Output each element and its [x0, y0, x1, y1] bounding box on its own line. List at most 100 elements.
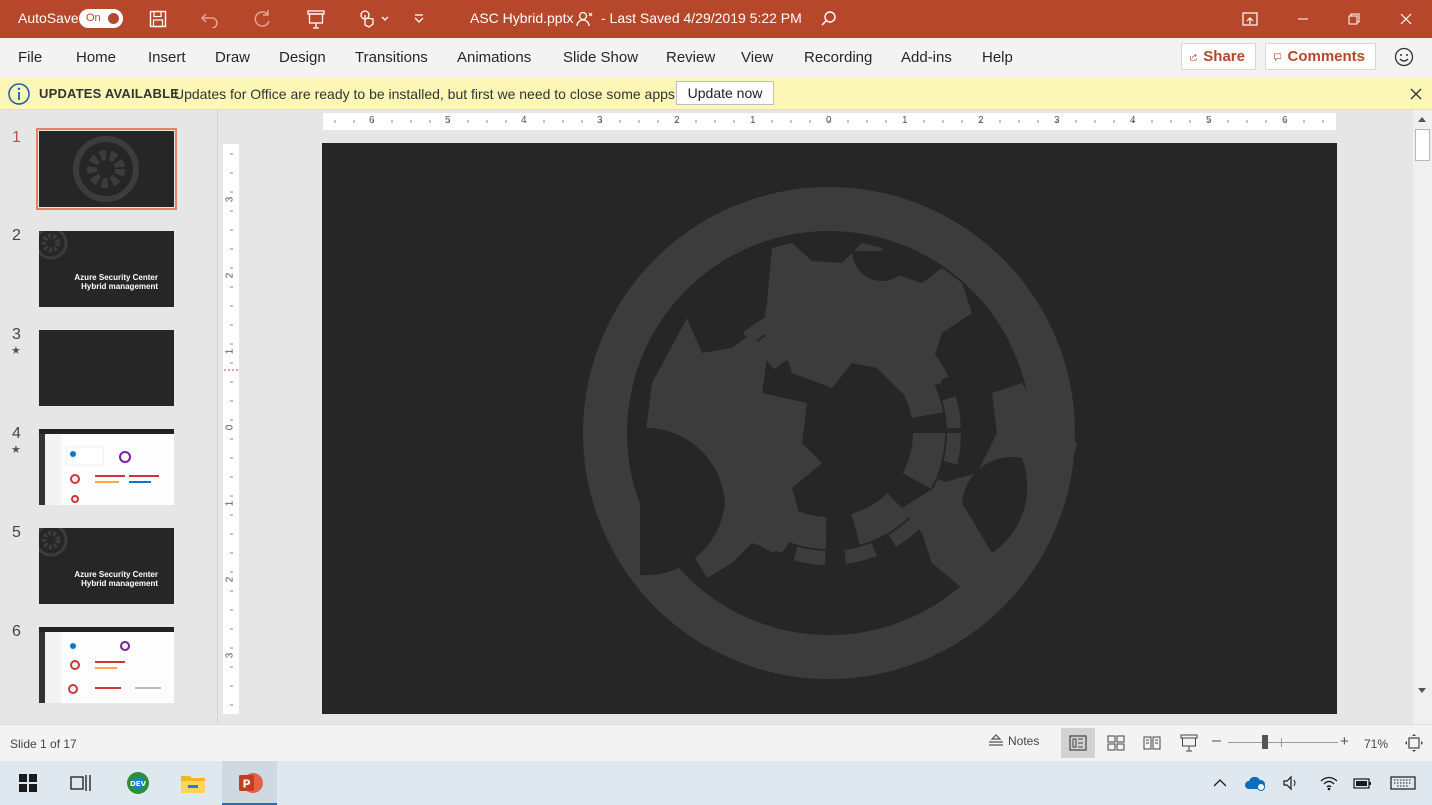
ruler-label: 0 — [826, 115, 832, 126]
reading-view-button[interactable] — [1135, 728, 1169, 758]
slide-thumbnail-3[interactable] — [39, 330, 174, 406]
autosave-toggle[interactable]: On — [79, 9, 123, 28]
share-label: Share — [1203, 48, 1245, 65]
main-workspace: 1 2 Azure Security Center Hybrid manageme… — [0, 110, 1432, 724]
normal-view-button[interactable] — [1061, 728, 1095, 758]
customize-toolbar-icon[interactable] — [408, 8, 430, 30]
slide-thumbnail-2[interactable]: Azure Security Center Hybrid management — [39, 231, 174, 307]
thumb-title-line: Hybrid management — [81, 282, 158, 291]
slide-thumbnail-4[interactable] — [39, 429, 174, 505]
fit-to-window-icon[interactable] — [1405, 734, 1423, 757]
ruler-label: 6 — [369, 115, 375, 126]
chevron-down-icon[interactable] — [377, 8, 393, 30]
ruler-label: 1 — [224, 500, 236, 507]
vertical-ruler: 3 2 1 0 1 2 3 — [223, 144, 239, 714]
slide-counter: Slide 1 of 17 — [10, 737, 77, 751]
feedback-smiley-icon[interactable] — [1393, 46, 1415, 68]
restore-icon[interactable] — [1331, 0, 1377, 38]
comments-label: Comments — [1287, 48, 1365, 65]
tab-home[interactable]: Home — [76, 49, 116, 66]
animation-star-icon: ★ — [11, 345, 21, 357]
svg-text:DEV: DEV — [129, 780, 146, 788]
present-from-start-icon[interactable] — [305, 8, 327, 30]
last-saved-status: - Last Saved 4/29/2019 5:22 PM — [601, 10, 802, 26]
document-title: ASC Hybrid.pptx — [470, 10, 574, 26]
redo-icon[interactable] — [252, 8, 274, 30]
update-now-button[interactable]: Update now — [676, 81, 774, 105]
onedrive-icon[interactable] — [1244, 772, 1266, 794]
tab-file[interactable]: File — [18, 49, 42, 66]
windows-start-icon[interactable] — [0, 761, 55, 805]
slide-thumbnail-pane[interactable]: 1 2 Azure Security Center Hybrid manageme… — [0, 110, 218, 724]
tab-help[interactable]: Help — [982, 49, 1013, 66]
ribbon-display-options-icon[interactable] — [1227, 0, 1273, 38]
thumb-number: 3 — [12, 326, 21, 343]
thumb-title-line: Azure Security Center — [74, 273, 158, 282]
scroll-down-icon[interactable] — [1416, 686, 1428, 696]
undo-icon[interactable] — [199, 8, 221, 30]
slide-thumbnail-5[interactable]: Azure Security Center Hybrid management — [39, 528, 174, 604]
minimize-icon[interactable] — [1280, 0, 1326, 38]
zoom-level[interactable]: 71% — [1364, 737, 1388, 751]
animation-star-icon: ★ — [11, 444, 21, 456]
touch-mode-icon[interactable] — [356, 8, 378, 30]
tab-draw[interactable]: Draw — [215, 49, 250, 66]
tab-transitions[interactable]: Transitions — [355, 49, 428, 66]
scroll-thumb[interactable] — [1415, 129, 1430, 161]
task-view-icon[interactable] — [53, 761, 108, 805]
share-button[interactable]: Share — [1181, 43, 1256, 70]
powerpoint-taskbar-icon[interactable]: P — [222, 761, 277, 805]
tab-slide-show[interactable]: Slide Show — [563, 49, 638, 66]
share-icon — [1190, 53, 1197, 60]
ruler-label: 2 — [978, 115, 984, 126]
file-explorer-icon[interactable] — [165, 761, 220, 805]
ruler-label: 3 — [224, 652, 236, 659]
ruler-label: 3 — [597, 115, 603, 126]
thumb-number: 1 — [12, 129, 21, 146]
slideshow-button[interactable] — [1172, 728, 1206, 758]
slide-thumbnail-6[interactable] — [39, 627, 174, 703]
ruler-label: 4 — [1130, 115, 1136, 126]
slide-thumbnail-1[interactable] — [36, 128, 177, 210]
slide-sorter-button[interactable] — [1099, 728, 1133, 758]
ruler-label: 6 — [1282, 115, 1288, 126]
dashboard-screenshot — [39, 627, 174, 703]
tab-insert[interactable]: Insert — [148, 49, 186, 66]
thumb-title-line: Azure Security Center — [74, 570, 158, 579]
tab-design[interactable]: Design — [279, 49, 326, 66]
wifi-icon[interactable] — [1318, 772, 1340, 794]
edge-dev-icon[interactable]: DEV — [110, 761, 165, 805]
close-icon[interactable] — [1383, 0, 1429, 38]
comments-button[interactable]: Comments — [1265, 43, 1376, 70]
thumb-number: 5 — [12, 524, 21, 541]
thumb-number: 4 — [12, 425, 21, 442]
ribbon-tab-bar: File Home Insert Draw Design Transitions… — [0, 38, 1432, 77]
touch-keyboard-icon[interactable] — [1390, 772, 1416, 794]
scroll-up-icon[interactable] — [1416, 114, 1428, 124]
slide-sorter-icon — [1107, 735, 1125, 751]
dismiss-icon[interactable] — [1410, 87, 1422, 100]
slide-canvas[interactable] — [322, 143, 1337, 714]
status-bar: Slide 1 of 17 Notes – + 71% — [0, 724, 1432, 761]
zoom-slider-thumb[interactable] — [1262, 735, 1268, 749]
ruler-label: 5 — [445, 115, 451, 126]
volume-icon[interactable] — [1281, 772, 1303, 794]
tab-add-ins[interactable]: Add-ins — [901, 49, 952, 66]
battery-icon[interactable] — [1352, 772, 1374, 794]
zoom-out-icon[interactable]: – — [1212, 732, 1221, 750]
zoom-slider[interactable] — [1228, 742, 1338, 743]
tab-recording[interactable]: Recording — [804, 49, 872, 66]
tab-review[interactable]: Review — [666, 49, 715, 66]
dashboard-screenshot — [39, 429, 174, 505]
zoom-in-icon[interactable]: + — [1340, 733, 1349, 750]
vertical-scrollbar[interactable] — [1413, 110, 1432, 724]
tab-animations[interactable]: Animations — [457, 49, 531, 66]
notes-button[interactable]: Notes — [988, 734, 1039, 748]
save-icon[interactable] — [147, 8, 169, 30]
show-hidden-icons[interactable] — [1209, 772, 1231, 794]
search-icon[interactable] — [818, 8, 840, 30]
thumb-title: Azure Security Center Hybrid management — [74, 570, 158, 588]
update-message: Updates for Office are ready to be insta… — [174, 86, 679, 102]
update-notification-bar: UPDATES AVAILABLE Updates for Office are… — [0, 77, 1432, 110]
tab-view[interactable]: View — [741, 49, 773, 66]
